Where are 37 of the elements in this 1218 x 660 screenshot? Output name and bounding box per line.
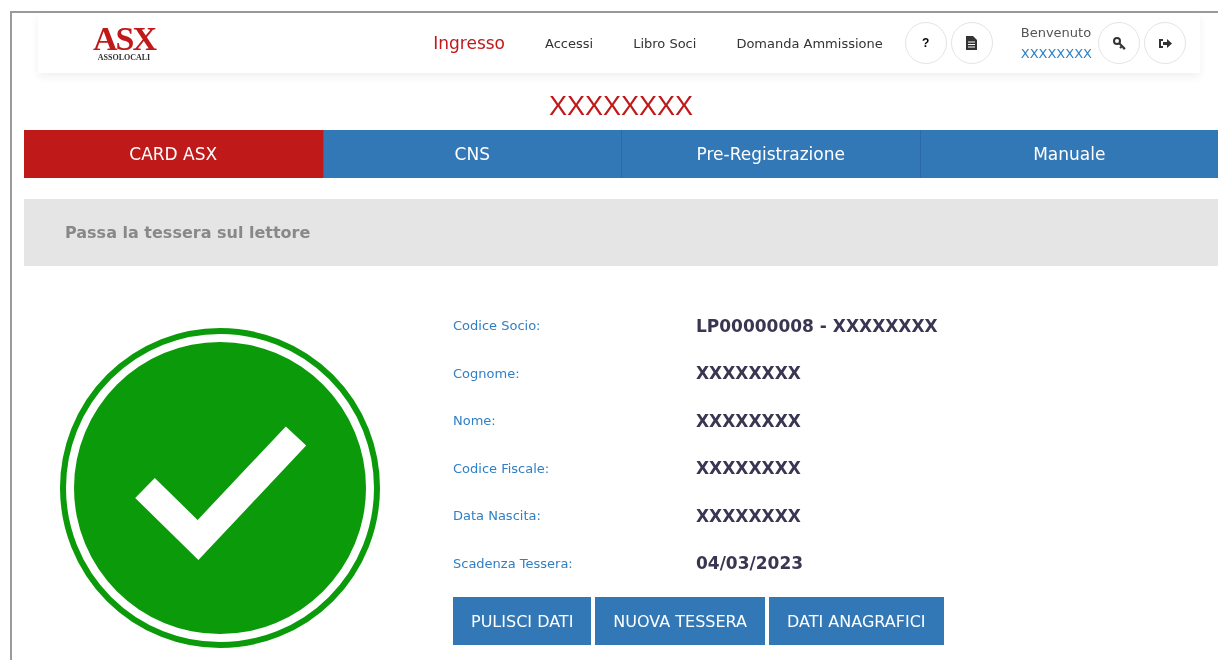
field-label: Cognome: <box>453 365 521 381</box>
field-value: XXXXXXXX <box>696 458 801 479</box>
action-button[interactable]: NUOVA TESSERA <box>595 597 766 645</box>
field-value: XXXXXXXX <box>696 505 801 526</box>
instruction-text: Passa la tessera sul lettore <box>65 223 311 242</box>
field-label: Nome: <box>453 413 497 429</box>
action-button[interactable]: PULISCI DATI <box>453 597 592 645</box>
nav-link[interactable]: Ingresso <box>433 33 506 53</box>
field-label: Codice Fiscale: <box>453 460 551 476</box>
document-button[interactable] <box>950 22 993 64</box>
field-value: LP00000008 - XXXXXXXX <box>696 315 938 336</box>
field-label: Scadenza Tessera: <box>453 555 574 571</box>
tab[interactable]: Manuale <box>919 130 1218 178</box>
logout-button[interactable] <box>1144 22 1186 64</box>
field-label: Codice Socio: <box>453 318 542 334</box>
tab[interactable]: Pre-Registrazione <box>621 130 920 178</box>
user-link[interactable]: XXXXXXXX <box>1020 46 1092 61</box>
action-button[interactable]: DATI ANAGRAFICI <box>769 597 944 645</box>
key-icon <box>1112 36 1126 50</box>
nav-link[interactable]: Domanda Ammissione <box>736 35 883 51</box>
tab[interactable]: CNS <box>322 130 621 178</box>
key-button[interactable] <box>1098 22 1140 64</box>
field-value: XXXXXXXX <box>696 410 801 431</box>
logout-icon <box>1158 37 1172 49</box>
nav-link[interactable]: Libro Soci <box>633 35 697 51</box>
tab[interactable]: CARD ASX <box>24 130 323 178</box>
page-title: XXXXXXXX <box>547 91 695 122</box>
help-button[interactable]: ? <box>904 22 947 64</box>
check-circle-icon <box>60 328 380 648</box>
welcome-label: Benvenuto <box>1020 25 1092 40</box>
field-value: XXXXXXXX <box>696 363 801 384</box>
field-value: 04/03/2023 <box>696 553 804 574</box>
logo-subtitle: ASSOLOCALI <box>97 52 151 62</box>
document-icon <box>966 36 978 50</box>
nav-link[interactable]: Accessi <box>545 35 594 51</box>
logo-mark: ASX <box>93 24 155 53</box>
field-label: Data Nascita: <box>453 508 542 524</box>
